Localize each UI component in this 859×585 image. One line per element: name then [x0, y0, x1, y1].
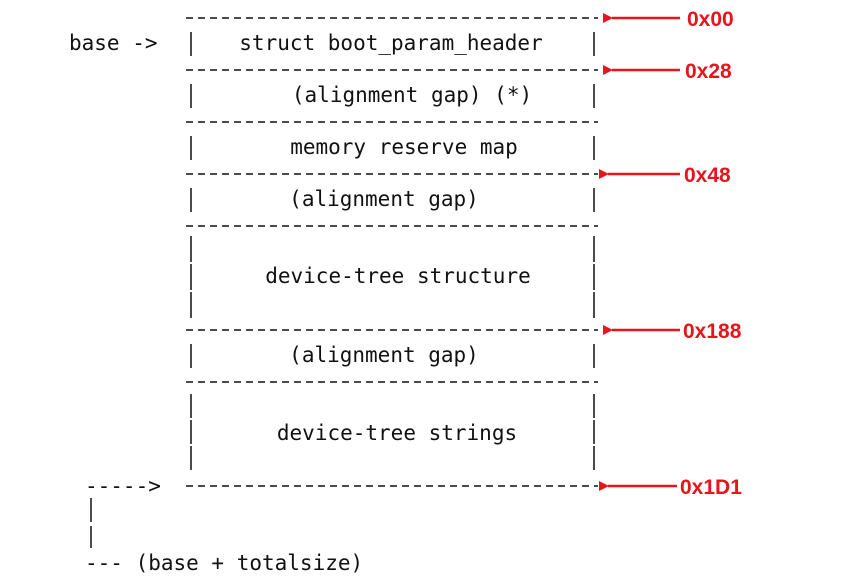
- end-total-size-label: --- (base + totalsize): [85, 551, 363, 575]
- base-pointer-label: base ->: [69, 31, 158, 55]
- offset-label-0x188: 0x188: [683, 320, 742, 343]
- section-alignment-gap-2: (alignment gap): [289, 187, 479, 211]
- offset-label-0x28: 0x28: [685, 60, 732, 83]
- section-alignment-gap-star: (alignment gap) (*): [292, 83, 532, 107]
- offset-arrows: [599, 13, 680, 491]
- offset-label-0x48: 0x48: [684, 164, 731, 187]
- section-device-tree-structure: device-tree structure: [265, 264, 531, 288]
- memory-layout-diagram: base -> struct boot_param_header (alignm…: [69, 8, 742, 575]
- offset-label-0x1D1: 0x1D1: [680, 476, 742, 499]
- offset-label-0x00: 0x00: [687, 8, 734, 31]
- section-boot-param-header: struct boot_param_header: [239, 31, 542, 55]
- end-pointer-arrow: ----->: [85, 474, 161, 498]
- section-memory-reserve-map: memory reserve map: [290, 135, 518, 159]
- section-device-tree-strings: device-tree strings: [277, 421, 517, 445]
- section-alignment-gap-3: (alignment gap): [289, 343, 479, 367]
